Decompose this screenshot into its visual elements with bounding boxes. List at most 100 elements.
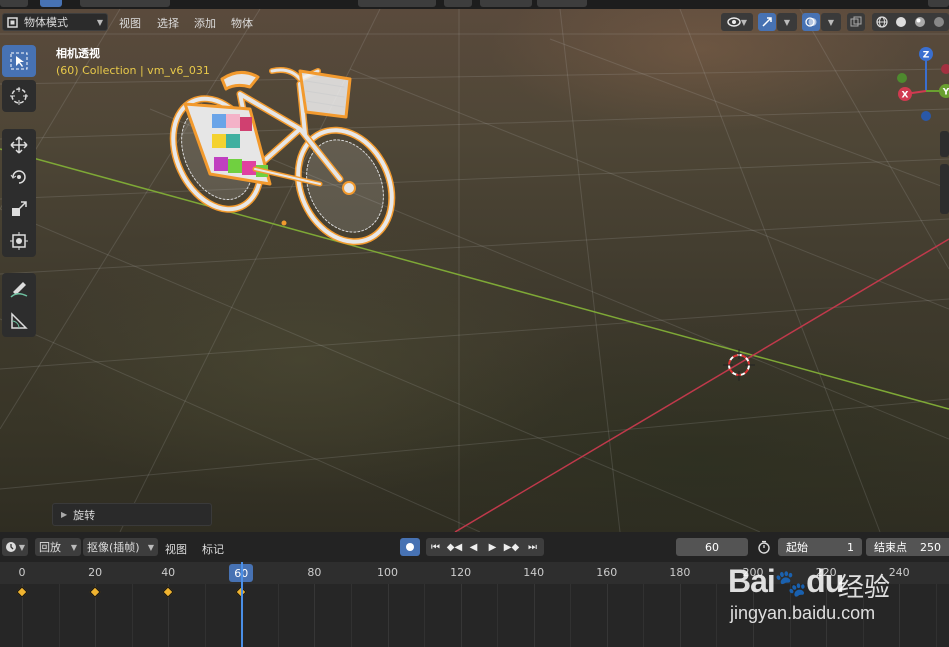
overlay-icon <box>805 17 817 27</box>
visibility-select[interactable]: ▼ <box>721 13 753 31</box>
jump-end-button[interactable]: ⏭ <box>521 538 544 556</box>
timeline-view-menu[interactable]: 视图 <box>165 541 187 557</box>
end-frame-field[interactable]: 结束点 250 <box>866 538 949 556</box>
chevron-down-icon: ▼ <box>147 542 154 552</box>
ruler-tick-label: 40 <box>161 566 176 579</box>
playback-label: 回放 <box>39 541 61 554</box>
timeline-marker-menu[interactable]: 标记 <box>202 541 224 557</box>
last-operator-panel[interactable]: ▶ 旋转 <box>52 503 212 526</box>
menu-object[interactable]: 物体 <box>231 15 253 31</box>
keyframe-diamond[interactable] <box>162 586 174 598</box>
snap-select[interactable] <box>480 0 532 7</box>
view-title: 相机透视 <box>56 47 100 60</box>
jump-end-icon: ⏭ <box>528 541 537 553</box>
preview-range-toggle[interactable] <box>754 538 774 556</box>
gizmo-x-label: X <box>902 91 909 101</box>
camera-view-button[interactable] <box>940 164 949 214</box>
clock-icon <box>5 542 16 552</box>
overlay-options-button[interactable]: ▼ <box>821 13 841 31</box>
play-button[interactable]: ▶ <box>483 538 502 556</box>
gizmo-options-button[interactable]: ▼ <box>777 13 797 31</box>
scene-button[interactable] <box>928 0 949 7</box>
timeline-gridline <box>935 584 937 647</box>
keyframe-diamond[interactable] <box>16 586 28 598</box>
shading-mode-group <box>872 13 949 31</box>
viewport-header: 物体模式 ▼ 视图 选择 添加 物体 ▼ ▼ ▼ <box>0 9 949 35</box>
stopwatch-icon <box>758 540 770 554</box>
timeline-gridline <box>862 584 864 647</box>
ruler-tick-label: 20 <box>88 566 103 579</box>
transform-orientation-select[interactable] <box>358 0 436 7</box>
frame-ruler[interactable]: 020406080100120140160180200220240 <box>0 562 949 584</box>
timeline-gridline <box>58 584 60 647</box>
keyframe-track-area[interactable] <box>0 584 949 647</box>
timeline-gridline <box>424 584 426 647</box>
menu-select[interactable]: 选择 <box>157 15 179 31</box>
top-header-bar <box>0 0 949 9</box>
timeline-gridline <box>460 584 462 647</box>
keying-menu[interactable]: 抠像(插帧) ▼ <box>83 538 158 556</box>
interaction-mode-select[interactable]: 物体模式 ▼ <box>2 13 108 31</box>
annotate-tool[interactable] <box>2 273 36 305</box>
xray-toggle-button[interactable] <box>847 13 865 31</box>
transform-tool[interactable] <box>2 225 36 257</box>
current-frame-field[interactable]: 60 <box>676 538 748 556</box>
timeline-gridline <box>899 584 901 647</box>
cursor-tool[interactable] <box>2 80 36 112</box>
overlay-toggle-button[interactable] <box>802 13 820 31</box>
rendered-shading-icon[interactable] <box>933 16 945 28</box>
playback-menu[interactable]: 回放 ▼ <box>35 538 81 556</box>
play-reverse-button[interactable]: ◀ <box>464 538 483 556</box>
start-frame-label: 起始 <box>786 541 808 554</box>
move-tool[interactable] <box>2 129 36 161</box>
editor-type-button[interactable] <box>0 0 28 7</box>
chevron-down-icon: ▼ <box>18 542 26 552</box>
select-mode-button[interactable] <box>40 0 62 7</box>
start-frame-field[interactable]: 起始 1 <box>778 538 862 556</box>
chevron-down-icon: ▼ <box>827 17 835 27</box>
editor-type-select[interactable]: ▼ <box>2 538 28 556</box>
rotate-tool[interactable] <box>2 161 36 193</box>
jump-start-button[interactable]: ⏮ <box>426 538 445 556</box>
move-icon <box>10 136 28 154</box>
select-options-group[interactable] <box>80 0 170 7</box>
next-keyframe-icon: ▶◆ <box>503 541 520 553</box>
start-frame-value: 1 <box>847 540 854 554</box>
timeline-gridline <box>277 584 279 647</box>
next-keyframe-button[interactable]: ▶◆ <box>502 538 521 556</box>
gizmo-z-label: Z <box>923 51 930 61</box>
playhead[interactable] <box>241 562 243 647</box>
gizmo-toggle-button[interactable] <box>758 13 776 31</box>
xray-icon <box>850 16 862 27</box>
scale-tool[interactable] <box>2 193 36 225</box>
select-box-tool[interactable] <box>2 45 36 77</box>
timeline-gridline <box>643 584 645 647</box>
floor-grid <box>0 9 949 532</box>
gizmo-y-label: Y <box>942 88 949 98</box>
prev-keyframe-button[interactable]: ◆◀ <box>445 538 464 556</box>
object-origin <box>281 220 287 226</box>
material-shading-icon[interactable] <box>914 16 926 28</box>
eye-icon <box>727 17 741 27</box>
timeline-gridline <box>570 584 572 647</box>
gizmo-icon <box>762 17 772 27</box>
keyframe-diamond[interactable] <box>89 586 101 598</box>
3d-viewport[interactable]: Z X Y 物体模式 ▼ 视图 选择 添加 物体 ▼ ▼ ▼ 相机透视 (60)… <box>0 9 949 532</box>
wireframe-shading-icon[interactable] <box>876 16 888 28</box>
ruler-tick-label: 160 <box>596 566 618 579</box>
auto-keying-toggle[interactable] <box>400 538 420 556</box>
timeline-gridline <box>387 584 389 647</box>
pivot-point-select[interactable] <box>444 0 472 7</box>
solid-shading-icon[interactable] <box>895 16 907 28</box>
zoom-view-button[interactable] <box>940 131 949 157</box>
menu-add[interactable]: 添加 <box>194 15 216 31</box>
proportional-edit-select[interactable] <box>537 0 587 7</box>
timeline-gridline <box>350 584 352 647</box>
menu-view[interactable]: 视图 <box>119 15 141 31</box>
timeline-gridline <box>826 584 828 647</box>
timeline-gridline <box>789 584 791 647</box>
timeline-gridline <box>716 584 718 647</box>
annotate-icon <box>10 282 28 298</box>
measure-tool[interactable] <box>2 305 36 337</box>
current-frame-value: 60 <box>705 540 719 554</box>
